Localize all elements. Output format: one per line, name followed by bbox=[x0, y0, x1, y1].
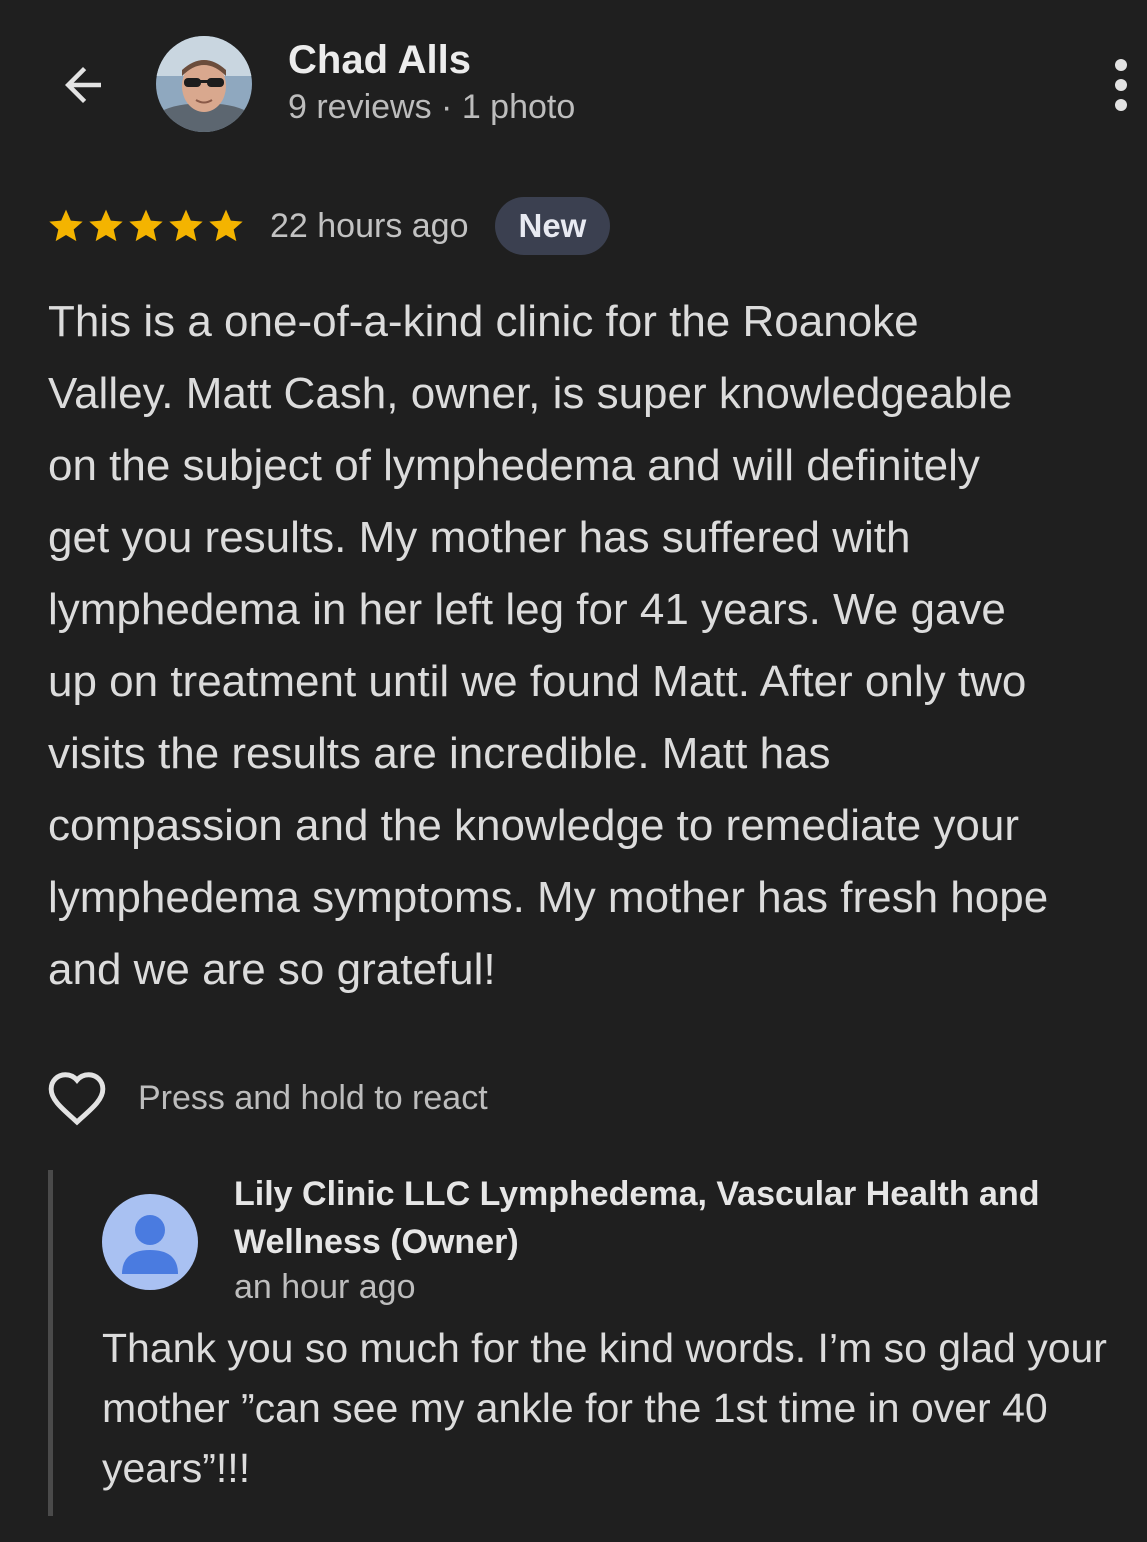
review-line: and we are so grateful! bbox=[48, 945, 496, 994]
reviewer-meta: 9 reviews · 1 photo bbox=[288, 88, 576, 126]
review-line: This is a one-of-a-kind clinic for the R… bbox=[48, 297, 919, 346]
more-vert-icon bbox=[1115, 59, 1127, 111]
review-line: lymphedema symptoms. My mother has fresh… bbox=[48, 873, 1049, 922]
rating-row: 22 hours ago New bbox=[46, 196, 611, 256]
owner-avatar bbox=[102, 1194, 198, 1290]
star-rating bbox=[46, 206, 246, 246]
owner-reply-text: Thank you so much for the kind words. I’… bbox=[102, 1318, 1107, 1498]
owner-name-line: Lily Clinic LLC Lymphedema, Vascular Hea… bbox=[234, 1175, 1040, 1213]
reply-line: Thank you so much for the kind words. I’… bbox=[102, 1325, 1107, 1371]
review-line: get you results. My mother has suffered … bbox=[48, 513, 911, 562]
star-icon bbox=[209, 209, 243, 242]
owner-name: Lily Clinic LLC Lymphedema, Vascular Hea… bbox=[234, 1170, 1114, 1266]
react-label: Press and hold to react bbox=[138, 1078, 488, 1117]
star-icon bbox=[169, 209, 203, 242]
owner-name-line: Wellness (Owner) bbox=[234, 1223, 519, 1261]
review-line: compassion and the knowledge to remediat… bbox=[48, 801, 1020, 850]
react-button[interactable]: Press and hold to react bbox=[46, 1068, 488, 1128]
review-text: This is a one-of-a-kind clinic for the R… bbox=[48, 286, 1147, 1006]
star-icon bbox=[49, 209, 83, 242]
reviewer-name[interactable]: Chad Alls bbox=[288, 38, 471, 83]
arrow-back-icon bbox=[65, 67, 101, 103]
reply-line: mother ”can see my ankle for the 1st tim… bbox=[102, 1385, 1048, 1431]
reviewer-avatar[interactable] bbox=[156, 36, 252, 132]
star-icon bbox=[129, 209, 163, 242]
review-line: Valley. Matt Cash, owner, is super knowl… bbox=[48, 369, 1013, 418]
review-line: visits the results are incredible. Matt … bbox=[48, 729, 831, 778]
person-icon bbox=[122, 1215, 178, 1274]
review-line: lymphedema in her left leg for 41 years.… bbox=[48, 585, 1006, 634]
review-line: on the subject of lymphedema and will de… bbox=[48, 441, 980, 490]
review-line: up on treatment until we found Matt. Aft… bbox=[48, 657, 1027, 706]
more-options-button[interactable] bbox=[1098, 54, 1144, 116]
reply-divider bbox=[48, 1170, 53, 1516]
review-time: 22 hours ago bbox=[270, 206, 469, 245]
star-icon bbox=[89, 209, 123, 242]
reply-line: years”!!! bbox=[102, 1445, 251, 1491]
new-badge: New bbox=[494, 197, 611, 255]
back-button[interactable] bbox=[52, 54, 114, 116]
owner-reply-time: an hour ago bbox=[234, 1268, 416, 1306]
heart-outline-icon bbox=[48, 1072, 106, 1126]
